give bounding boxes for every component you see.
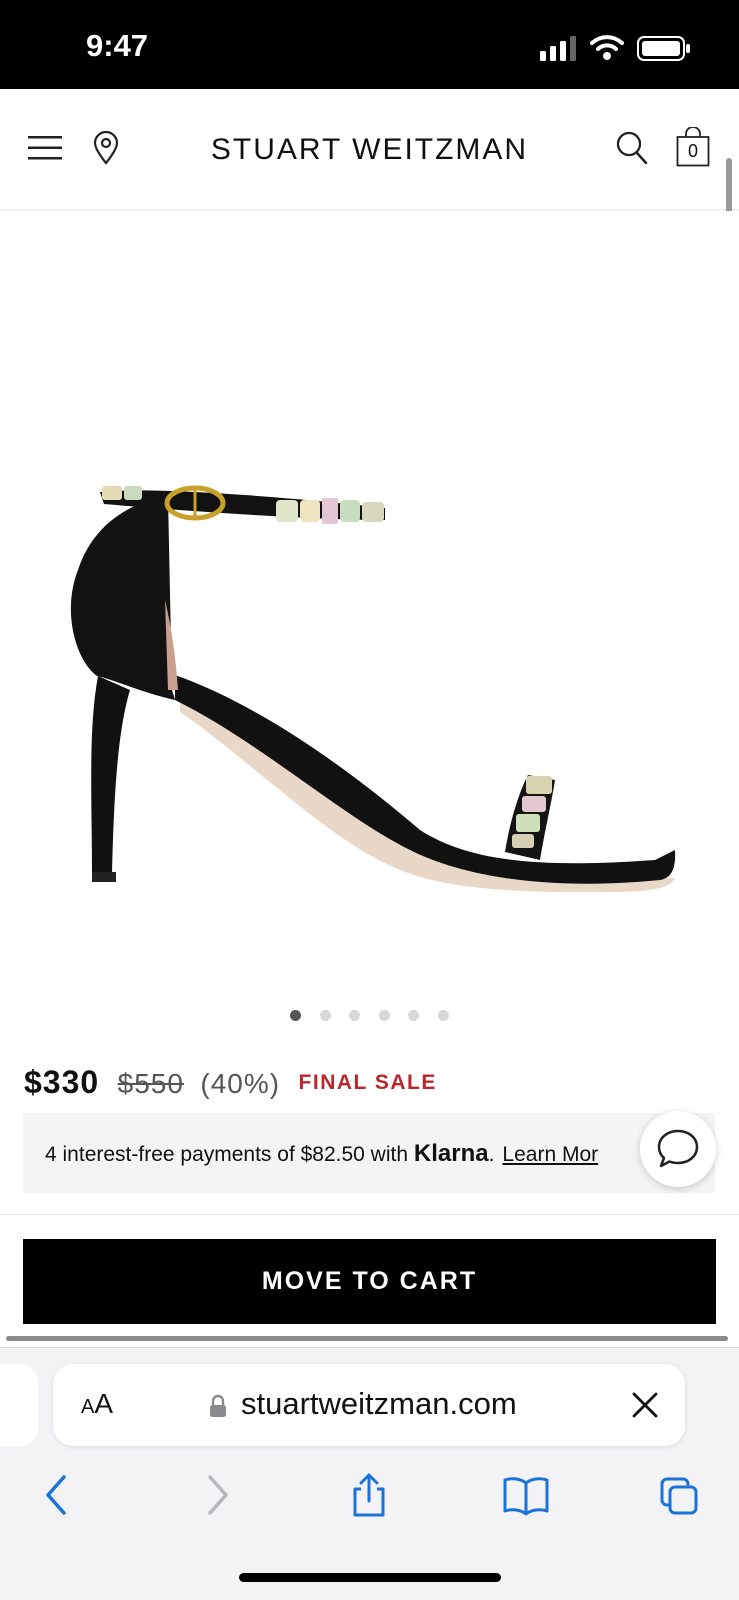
klarna-logo: Klarna: [413, 1140, 489, 1167]
lock-icon: [210, 1394, 226, 1417]
carousel-dot-4[interactable]: [378, 1010, 390, 1021]
final-sale-badge: FINAL SALE: [298, 1071, 437, 1094]
status-time: 9:47: [86, 28, 149, 63]
browser-chrome: AA stuartweitzman.com: [0, 1347, 739, 1600]
price-current: $330: [24, 1064, 100, 1100]
image-carousel-dots: [0, 1008, 739, 1021]
price-original: $550: [117, 1068, 184, 1099]
cellular-signal-icon: [540, 36, 576, 61]
move-to-cart-button[interactable]: MOVE TO CART: [23, 1239, 716, 1324]
carousel-dot-2[interactable]: [319, 1010, 331, 1021]
page-load-progress: [6, 1336, 728, 1341]
price-discount: (40%): [200, 1068, 281, 1099]
shopping-bag-button[interactable]: 0: [676, 127, 710, 167]
battery-icon: [637, 36, 690, 61]
section-divider: [0, 1214, 739, 1215]
carousel-dot-5[interactable]: [408, 1010, 420, 1021]
browser-toolbar: [0, 1473, 739, 1533]
share-icon[interactable]: [349, 1473, 389, 1517]
wifi-icon: [590, 35, 624, 60]
klarna-learn-more-link[interactable]: Learn Mor: [502, 1143, 598, 1166]
forward-icon[interactable]: [196, 1473, 236, 1517]
klarna-payment-text: 4 interest-free payments of $82.50 with: [45, 1143, 414, 1166]
site-header: STUART WEITZMAN 0: [0, 89, 739, 210]
sandal-illustration: [70, 485, 676, 893]
status-bar: 9:47: [0, 0, 739, 89]
klarna-banner: 4 interest-free payments of $82.50 with …: [23, 1113, 715, 1193]
chat-button[interactable]: [640, 1111, 716, 1187]
reader-text-size-button[interactable]: AA: [81, 1388, 113, 1420]
search-icon[interactable]: [616, 131, 648, 165]
carousel-dot-3[interactable]: [349, 1010, 361, 1021]
klarna-period: .: [488, 1143, 495, 1166]
tabs-icon[interactable]: [659, 1473, 699, 1517]
aa-large: A: [94, 1388, 114, 1419]
previous-tab-preview[interactable]: [0, 1364, 38, 1446]
carousel-dot-1[interactable]: [290, 1010, 302, 1021]
bookmarks-icon[interactable]: [502, 1473, 550, 1517]
price-row: $330 $550 (40%) FINAL SALE: [24, 1064, 437, 1104]
address-bar[interactable]: AA stuartweitzman.com: [53, 1364, 685, 1446]
product-image[interactable]: [0, 211, 739, 991]
back-icon[interactable]: [38, 1473, 78, 1517]
url-text[interactable]: stuartweitzman.com: [241, 1386, 517, 1422]
close-icon[interactable]: [631, 1391, 659, 1419]
aa-small: A: [81, 1396, 95, 1418]
chat-icon: [657, 1129, 699, 1168]
klarna-text: 4 interest-free payments of $82.50 with …: [45, 1140, 598, 1168]
home-indicator[interactable]: [239, 1573, 501, 1582]
carousel-dot-6[interactable]: [437, 1010, 449, 1021]
cart-count: 0: [687, 141, 698, 161]
